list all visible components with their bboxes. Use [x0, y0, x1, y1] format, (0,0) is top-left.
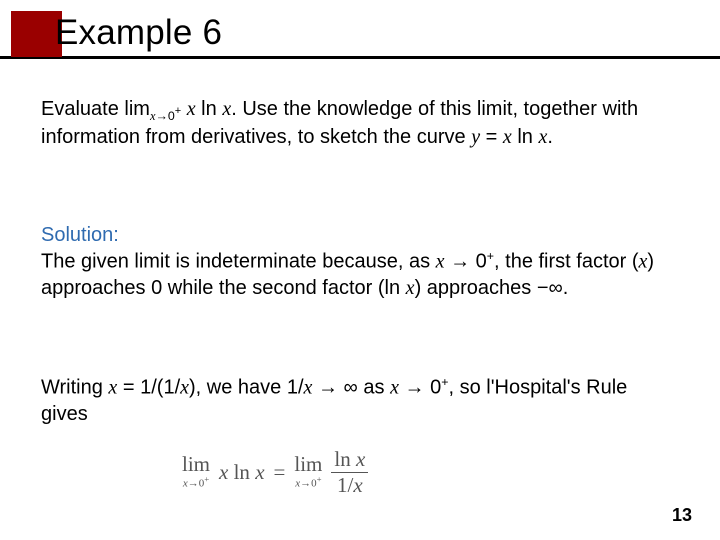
header-rule — [0, 56, 720, 59]
t: Evaluate lim — [41, 98, 150, 120]
solution-text: Solution: The given limit is indetermina… — [41, 222, 676, 301]
t: x — [503, 126, 512, 148]
t: → — [445, 251, 476, 273]
frac-top: ln x — [331, 448, 368, 471]
t: = — [480, 126, 503, 148]
frac-bot: 1/x — [334, 473, 366, 496]
t: 0 — [476, 251, 487, 273]
slide-title: Example 6 — [55, 13, 222, 53]
t: = 1/(1/ — [117, 377, 180, 399]
page-number: 13 — [672, 505, 692, 526]
t: x→0+ — [295, 475, 321, 490]
t: = — [274, 460, 286, 485]
fraction: ln x 1/x — [331, 448, 368, 495]
t: → — [155, 109, 167, 123]
lim-lhs: lim x→0+ — [182, 454, 210, 490]
t: ln — [196, 98, 223, 120]
t: ) approaches −∞. — [415, 277, 569, 299]
t: ), we have 1/ — [189, 377, 304, 399]
lhs-expr: x ln x — [219, 460, 265, 485]
t: ln — [512, 126, 539, 148]
t: x — [187, 98, 196, 120]
t: . — [547, 126, 553, 148]
t: x — [436, 251, 445, 273]
t: x — [538, 126, 547, 148]
t: ∞ — [344, 377, 358, 399]
t: , the first factor ( — [494, 251, 638, 273]
t: x — [406, 277, 415, 299]
t: → — [399, 377, 430, 399]
t: x — [222, 98, 231, 120]
t: + — [487, 249, 494, 263]
equation-display: lim x→0+ x ln x = lim x→0+ ln x 1/x — [182, 444, 498, 500]
t: → — [312, 377, 343, 399]
solution-label: Solution: — [41, 224, 119, 246]
t: lim — [182, 454, 210, 475]
problem-text: Evaluate limx→0+ x ln x. Use the knowled… — [41, 96, 676, 150]
t: The given limit is indeterminate because… — [41, 251, 436, 273]
t: Writing — [41, 377, 108, 399]
t: 0 — [430, 377, 441, 399]
t: x — [108, 377, 117, 399]
t: x — [180, 377, 189, 399]
writing-text: Writing x = 1/(1/x), we have 1/x → ∞ as … — [41, 374, 676, 427]
lim-rhs: lim x→0+ — [294, 454, 322, 490]
t: 0 — [168, 109, 175, 123]
t: x — [390, 377, 399, 399]
t: as — [358, 377, 390, 399]
t: x→0+ — [183, 475, 209, 490]
t: lim — [294, 454, 322, 475]
equation: lim x→0+ x ln x = lim x→0+ ln x 1/x — [182, 444, 498, 500]
t: y — [471, 126, 480, 148]
